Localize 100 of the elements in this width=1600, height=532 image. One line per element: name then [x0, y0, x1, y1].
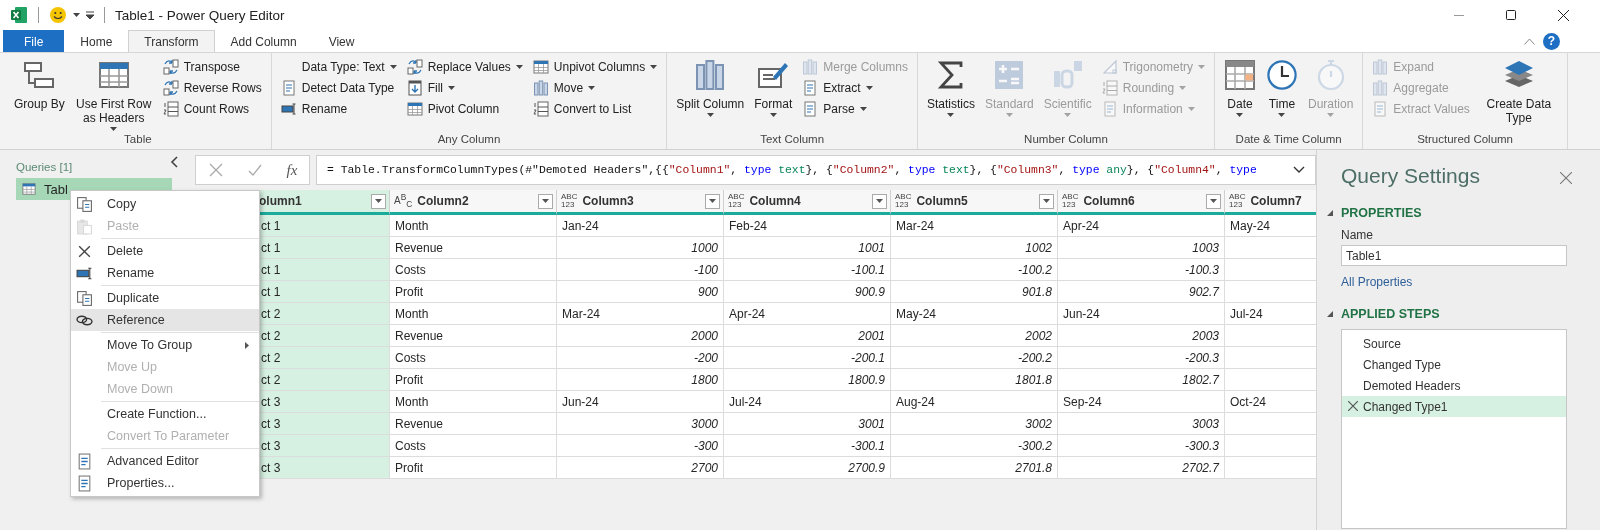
step-item[interactable]: Demoted Headers [1342, 375, 1566, 396]
table-cell: Month [395, 394, 429, 409]
delete-icon[interactable] [1348, 401, 1358, 411]
menu-item[interactable]: Properties... [71, 472, 259, 494]
ribbon-button[interactable]: Transpose [159, 57, 265, 77]
filter-button[interactable] [1039, 193, 1054, 209]
filter-button[interactable] [872, 193, 887, 209]
boxes-icon [23, 59, 56, 91]
filter-button[interactable] [538, 193, 553, 209]
ribbon-button[interactable]: Reverse Rows [159, 78, 265, 98]
collapse-ribbon-icon[interactable] [1524, 37, 1535, 45]
list-icon [162, 101, 179, 117]
menu-item[interactable]: Create Function... [71, 403, 259, 425]
ribbon-button[interactable]: Fill [403, 78, 526, 98]
section-heading: PROPERTIES [1341, 206, 1422, 220]
customize-icon[interactable] [86, 11, 94, 19]
menu-item[interactable]: Duplicate [71, 287, 259, 309]
all-properties-link[interactable]: All Properties [1341, 275, 1413, 289]
name-field[interactable]: Table1 [1341, 245, 1567, 266]
ribbon-button[interactable]: Group By [11, 57, 68, 113]
ribbon-button[interactable]: Extract [799, 78, 911, 98]
help-button[interactable]: ? [1543, 32, 1560, 50]
table-cell: Feb-24 [729, 218, 768, 233]
ribbon-button[interactable]: Rename [277, 99, 400, 119]
close-icon[interactable] [1560, 172, 1572, 184]
document-icon [76, 474, 93, 492]
type-icon[interactable]: ABC 123 [1062, 193, 1079, 209]
type-icon[interactable]: ABC 123 [561, 193, 578, 209]
section-heading: APPLIED STEPS [1341, 307, 1440, 321]
table-cell: 3002 [1025, 416, 1052, 431]
collapse-triangle-icon[interactable] [1327, 210, 1333, 216]
menu-item[interactable]: Move To Group [71, 334, 259, 356]
table-cell: ct 1 [261, 240, 281, 255]
table-icon [406, 101, 423, 117]
caret-icon [650, 65, 658, 69]
table-cell: Costs [395, 438, 426, 453]
ribbon-button[interactable]: Data Type: Text [277, 57, 400, 77]
table-icon [97, 59, 130, 91]
step-item[interactable]: Source [1342, 333, 1566, 354]
ribbon-tab[interactable]: File [3, 30, 65, 52]
ribbon-button[interactable]: Pivot Column [403, 99, 526, 119]
ribbon-button[interactable]: Statistics [924, 57, 978, 119]
smiley-icon[interactable] [49, 6, 67, 24]
ribbon-tab[interactable]: Transform [128, 30, 215, 52]
ribbon-button[interactable]: Create Data Type [1476, 57, 1561, 127]
step-item[interactable]: Changed Type1 [1342, 396, 1566, 417]
caret-icon [1179, 86, 1187, 90]
collapse-pane-icon[interactable] [170, 156, 178, 168]
column-header[interactable]: A$^{B}$$_{C}$ Column2 [390, 190, 557, 215]
table-cell: -200.3 [1184, 350, 1219, 365]
menu-item[interactable]: Advanced Editor [71, 450, 259, 472]
menu-item[interactable]: Reference [71, 309, 259, 331]
table-cell: 2000 [691, 328, 718, 343]
ribbon-button[interactable]: Date [1221, 57, 1259, 119]
ribbon-button[interactable]: Convert to List [529, 99, 661, 119]
expand-icon[interactable] [1293, 166, 1305, 174]
ribbon-button[interactable]: Parse [799, 99, 911, 119]
ribbon-button[interactable]: Use First Row as Headers [71, 57, 156, 133]
table-cell: Jul-24 [1230, 306, 1263, 321]
menu-item[interactable]: Rename [71, 262, 259, 284]
caret-icon [1043, 199, 1050, 203]
filter-button[interactable] [1206, 193, 1221, 209]
menu-item[interactable]: Delete [71, 240, 259, 262]
ribbon-button[interactable]: Unpivot Columns [529, 57, 661, 77]
pane-title: Query Settings [1341, 164, 1480, 188]
caret-icon [865, 86, 873, 90]
table-cell: Apr-24 [1063, 218, 1100, 233]
maximize-icon [1506, 10, 1516, 20]
columns-icon [694, 59, 727, 91]
queries-title: Queries [1] [16, 161, 73, 173]
calculator-icon [993, 59, 1026, 91]
ribbon-button[interactable]: Replace Values [403, 57, 526, 77]
table-cell: -100 [693, 262, 718, 277]
ribbon-button[interactable]: Detect Data Type [277, 78, 400, 98]
table-cell: Jul-24 [729, 394, 762, 409]
type-icon[interactable]: ABC 123 [895, 193, 912, 209]
caret-icon [1005, 113, 1013, 117]
insert-function-button[interactable]: fx [286, 161, 298, 179]
step-item[interactable]: Changed Type [1342, 354, 1566, 375]
ribbon-button[interactable]: Format [751, 57, 796, 119]
caret-icon [1278, 113, 1286, 117]
ribbon-button[interactable]: Count Rows [159, 99, 265, 119]
filter-button[interactable] [371, 193, 386, 209]
caret-icon [706, 113, 714, 117]
table-cell: 901.8 [1021, 284, 1052, 299]
caret-icon [73, 13, 80, 17]
ribbon-button[interactable]: Split Column [673, 57, 748, 119]
checkmark-icon[interactable] [247, 162, 264, 178]
table-cell: Revenue [395, 328, 444, 343]
columns-icon [1372, 59, 1389, 75]
ribbon-button[interactable]: Time [1263, 57, 1301, 119]
table-cell: ct 2 [261, 350, 281, 365]
type-icon[interactable]: ABC 123 [1229, 193, 1246, 209]
collapse-triangle-icon[interactable] [1327, 311, 1333, 317]
caret-icon [1064, 113, 1072, 117]
table-cell: 1800.9 [848, 372, 885, 387]
formula-field[interactable]: = Table.TransformColumnTypes(#"Demoted Headers",{{"Column1", type text}, {"Column2", type text}, {"Column3", type any}, {"Column4", type [316, 155, 1316, 185]
ribbon-button[interactable]: Move [529, 78, 661, 98]
filter-button[interactable] [705, 193, 720, 209]
type-icon[interactable]: ABC 123 [728, 193, 745, 209]
